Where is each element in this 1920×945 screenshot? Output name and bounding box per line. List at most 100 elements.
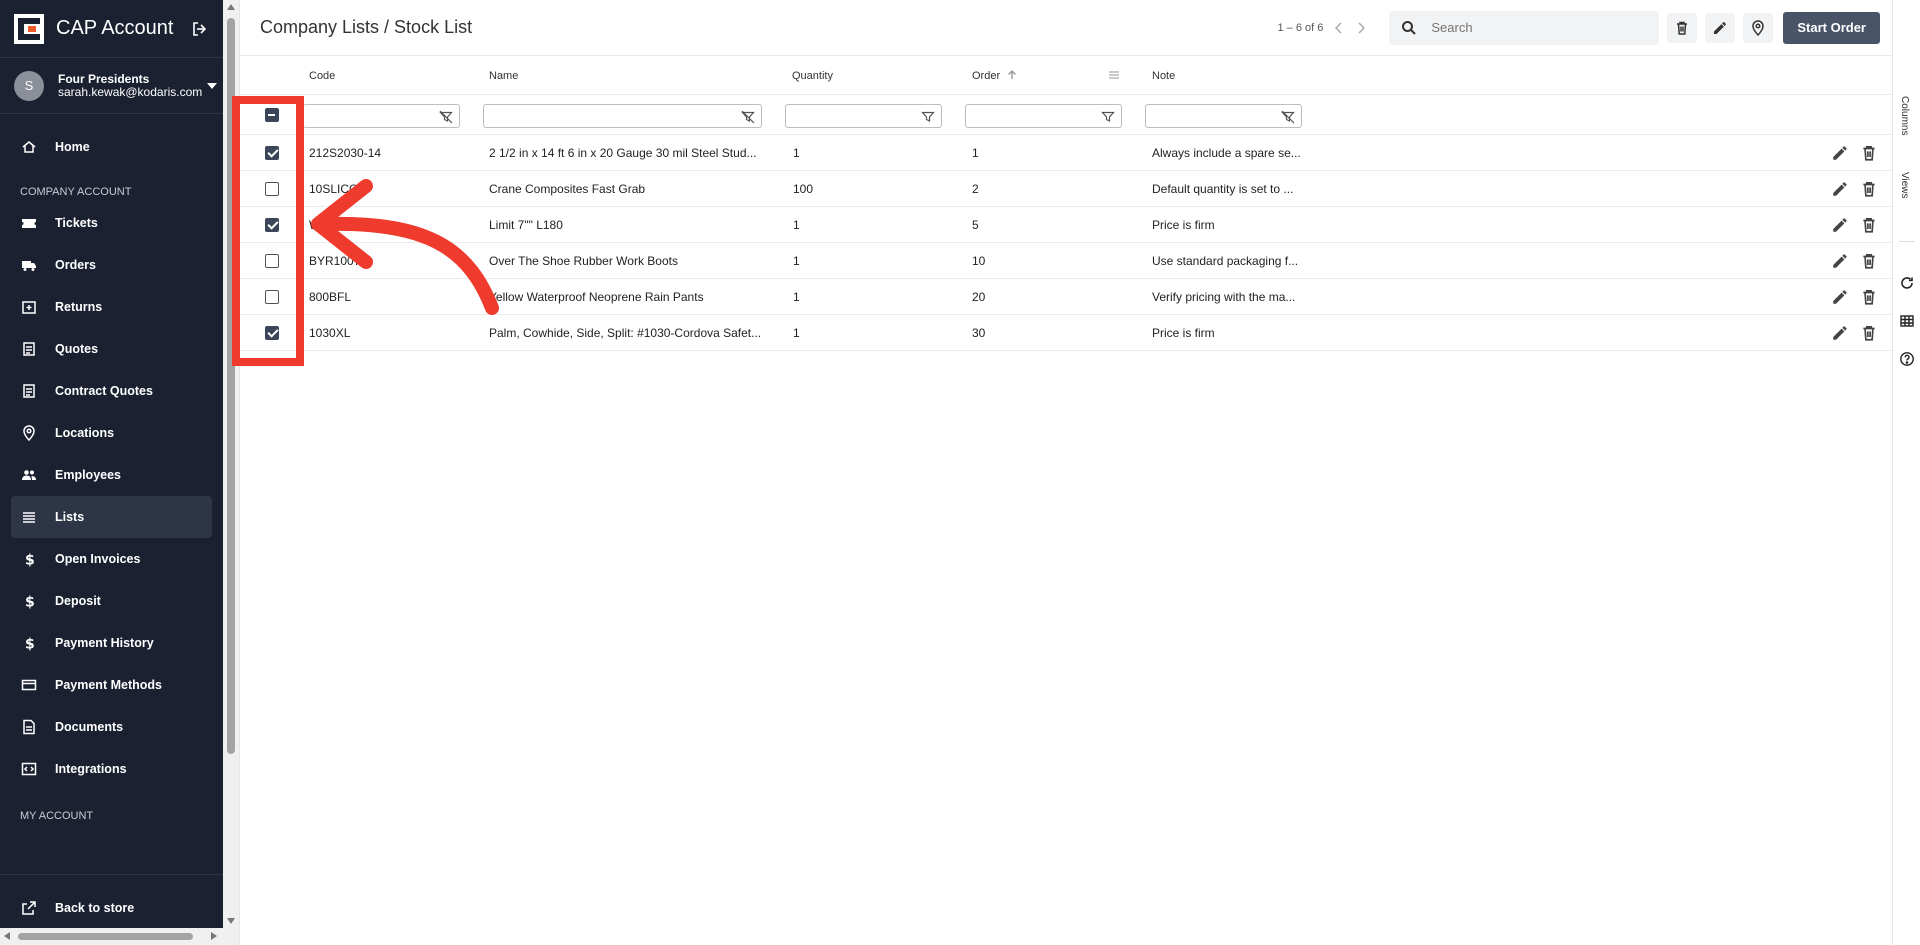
filter-icon[interactable] — [1101, 110, 1115, 124]
column-header-quantity[interactable]: Quantity — [792, 70, 833, 82]
returns-icon — [22, 301, 36, 314]
scrollbar-thumb[interactable] — [18, 933, 193, 940]
sidebar-item-integrations[interactable]: Integrations — [11, 748, 212, 790]
delete-row-icon[interactable] — [1860, 324, 1878, 342]
filter-off-icon[interactable] — [741, 110, 755, 124]
order-filter-input[interactable] — [965, 104, 1122, 128]
grid-icon[interactable] — [1899, 313, 1915, 329]
sidebar-item-home[interactable]: Home — [11, 126, 212, 168]
filter-off-icon[interactable] — [439, 110, 453, 124]
delete-list-button[interactable] — [1667, 12, 1698, 43]
table-row[interactable]: BYR1007 Over The Shoe Rubber Work Boots 1 1… — [240, 243, 1893, 279]
stock-list-grid: Code Name Quantity Order Note 212S2030-1… — [240, 57, 1893, 351]
sidebar-item-lists[interactable]: Lists — [11, 496, 212, 538]
edit-row-icon[interactable] — [1831, 288, 1849, 306]
row-select-checkbox[interactable] — [265, 290, 279, 304]
sidebar-horizontal-scrollbar[interactable] — [0, 928, 239, 945]
scroll-right-icon[interactable] — [211, 932, 217, 940]
chevron-right-icon[interactable] — [1353, 20, 1369, 36]
column-header-code[interactable]: Code — [309, 70, 335, 82]
table-row[interactable]: 212S2030-14 2 1/2 in x 14 ft 6 in x 20 Ga… — [240, 135, 1893, 171]
table-row[interactable]: 10SLICOS Crane Composites Fast Grab 100 2 De… — [240, 171, 1893, 207]
sidebar-item-label: Payment History — [55, 636, 154, 650]
name-filter-input[interactable] — [483, 104, 762, 128]
edit-row-icon[interactable] — [1831, 144, 1849, 162]
delete-row-icon[interactable] — [1860, 252, 1878, 270]
cell-name: Palm, Cowhide, Side, Split: #1030-Cordov… — [489, 326, 762, 340]
scrollbar-thumb[interactable] — [227, 18, 235, 754]
column-header-order[interactable]: Order — [972, 70, 1000, 82]
delete-row-icon[interactable] — [1860, 144, 1878, 162]
caret-down-icon[interactable] — [207, 82, 217, 89]
sidebar-item-tickets[interactable]: Tickets — [11, 202, 212, 244]
sidebar-item-employees[interactable]: Employees — [11, 454, 212, 496]
chevron-left-icon[interactable] — [1331, 20, 1347, 36]
sidebar-item-deposit[interactable]: $ Deposit — [11, 580, 212, 622]
row-select-checkbox[interactable] — [265, 326, 279, 340]
quantity-filter-input[interactable] — [785, 104, 942, 128]
user-email: sarah.kewak@kodaris.com — [58, 84, 203, 99]
table-row[interactable]: 1030XL Palm, Cowhide, Side, Split: #1030-… — [240, 315, 1893, 351]
delete-row-icon[interactable] — [1860, 288, 1878, 306]
edit-row-icon[interactable] — [1831, 324, 1849, 342]
sidebar-item-contract-quotes[interactable]: Contract Quotes — [11, 370, 212, 412]
location-button[interactable] — [1743, 12, 1774, 43]
dollar-icon: $ — [25, 595, 35, 610]
edit-row-icon[interactable] — [1831, 216, 1849, 234]
edit-row-icon[interactable] — [1831, 252, 1849, 270]
select-all-checkbox[interactable] — [265, 108, 279, 122]
sidebar-item-payment-methods[interactable]: Payment Methods — [11, 664, 212, 706]
scroll-left-icon[interactable] — [4, 932, 10, 940]
columns-tab[interactable]: Columns — [1899, 96, 1910, 135]
row-select-checkbox[interactable] — [265, 182, 279, 196]
table-row[interactable]: 800BFL Yellow Waterproof Neoprene Rain Pa… — [240, 279, 1893, 315]
column-header-note[interactable]: Note — [1152, 70, 1175, 82]
sidebar-vertical-scrollbar[interactable] — [223, 0, 239, 928]
row-select-checkbox[interactable] — [265, 218, 279, 232]
cell-quantity: 1 — [793, 290, 800, 304]
help-icon[interactable] — [1899, 351, 1915, 367]
cell-order: 2 — [972, 182, 979, 196]
sidebar-item-documents[interactable]: Documents — [11, 706, 212, 748]
delete-row-icon[interactable] — [1860, 216, 1878, 234]
sidebar-item-returns[interactable]: Returns — [11, 286, 212, 328]
filter-off-icon[interactable] — [1281, 110, 1295, 124]
edit-list-button[interactable] — [1705, 12, 1736, 43]
table-row[interactable]: WK Limit 7"" L180 1 5 Price is firm — [240, 207, 1893, 243]
sort-ascending-icon[interactable] — [1006, 69, 1018, 81]
column-menu-icon[interactable] — [1108, 69, 1120, 81]
start-order-button[interactable]: Start Order — [1783, 11, 1880, 44]
filter-icon[interactable] — [921, 110, 935, 124]
clipboard-icon — [23, 384, 35, 398]
refresh-icon[interactable] — [1899, 275, 1915, 291]
sidebar-item-quotes[interactable]: Quotes — [11, 328, 212, 370]
kodaris-logo-icon[interactable] — [14, 13, 44, 44]
sidebar-item-locations[interactable]: Locations — [11, 412, 212, 454]
column-header-name[interactable]: Name — [489, 70, 518, 82]
sidebar-item-label: Returns — [55, 300, 103, 314]
row-select-checkbox[interactable] — [265, 254, 279, 268]
sidebar-item-label: Orders — [55, 258, 96, 272]
sidebar-nav: Home COMPANY ACCOUNT Tickets Orders Retu… — [0, 114, 223, 826]
back-to-store-link[interactable]: Back to store — [11, 887, 212, 929]
note-filter-input[interactable] — [1145, 104, 1302, 128]
external-link-icon — [22, 901, 36, 915]
edit-row-icon[interactable] — [1831, 180, 1849, 198]
sidebar-item-orders[interactable]: Orders — [11, 244, 212, 286]
trash-icon — [1677, 21, 1688, 35]
pager-text: 1 – 6 of 6 — [1277, 21, 1324, 34]
sidebar-item-open-invoices[interactable]: $ Open Invoices — [11, 538, 212, 580]
delete-row-icon[interactable] — [1860, 180, 1878, 198]
user-switcher[interactable]: S Four Presidents sarah.kewak@kodaris.co… — [0, 58, 223, 114]
search-input[interactable] — [1431, 20, 1632, 35]
clipboard-icon — [23, 342, 35, 356]
logout-icon[interactable] — [191, 20, 209, 38]
code-filter-input[interactable] — [303, 104, 460, 128]
views-tab[interactable]: Views — [1899, 172, 1910, 199]
scroll-down-icon[interactable] — [227, 918, 235, 924]
cell-quantity: 100 — [793, 182, 814, 196]
row-select-checkbox[interactable] — [265, 146, 279, 160]
sidebar-item-payment-history[interactable]: $ Payment History — [11, 622, 212, 664]
scroll-up-icon[interactable] — [227, 4, 235, 10]
section-company-account: COMPANY ACCOUNT — [20, 186, 132, 198]
